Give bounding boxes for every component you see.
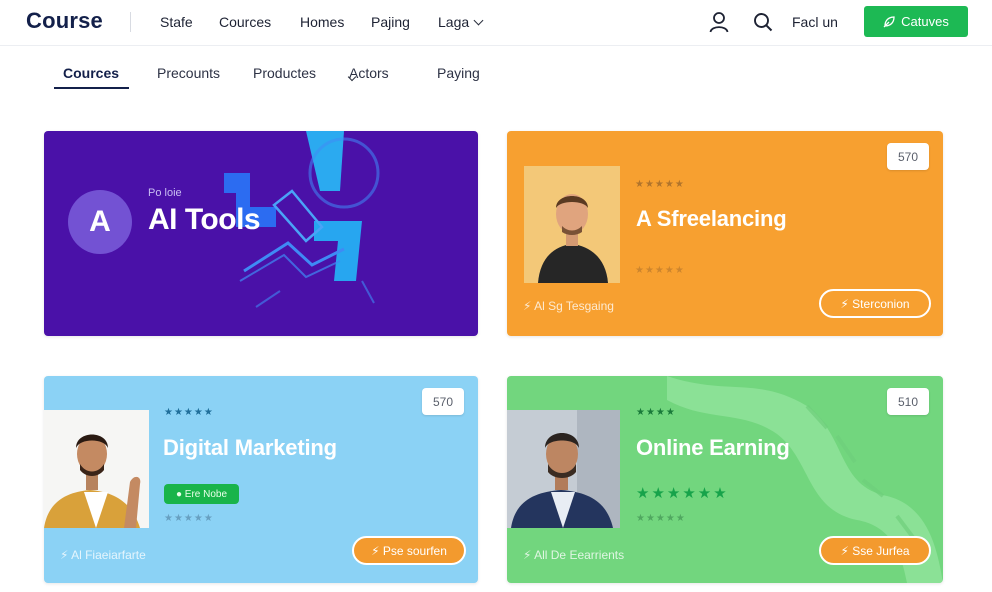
card-kicker: Po loie	[148, 187, 182, 199]
card-title[interactable]: AI Tools	[148, 203, 261, 237]
enroll-course-button[interactable]: ⚡ Pse sourfen	[352, 536, 466, 565]
card-title[interactable]: Digital Marketing	[163, 435, 337, 461]
card-title[interactable]: Online Earning	[636, 435, 790, 461]
tab-actors-dropdown[interactable]: Actors	[347, 65, 389, 82]
rating-stars: ★★★★★	[164, 407, 214, 418]
ai-tools-logo: A	[68, 190, 132, 254]
brand-divider	[130, 12, 131, 32]
instructor-photo	[44, 410, 149, 528]
nav-item-stafe[interactable]: Stafe	[160, 14, 219, 30]
active-tab-indicator	[54, 87, 129, 89]
chevron-down-icon	[473, 15, 484, 25]
enroll-course-button[interactable]: ⚡ Sse Jurfea	[819, 536, 931, 565]
instructor-photo	[524, 166, 620, 283]
rating-stars-secondary: ★★★★★	[636, 513, 686, 524]
price-tag: 510	[887, 388, 929, 415]
leaf-icon	[883, 15, 895, 27]
rating-stars: ★★★★★	[635, 179, 685, 190]
tab-paying[interactable]: Paying	[437, 65, 480, 81]
tab-precounts[interactable]: Precounts	[157, 65, 220, 81]
course-card-ai-tools[interactable]: A Po loie AI Tools	[44, 131, 478, 336]
top-navigation-bar: Course Stafe Cources Homes Pajing Laga F…	[0, 0, 992, 46]
course-card-digital-marketing[interactable]: ★★★★★ Digital Marketing ● Ere Nobe ★★★★★…	[44, 376, 478, 583]
price-tag: 570	[887, 143, 929, 170]
nav-item-cources[interactable]: Cources	[219, 14, 300, 30]
instructor-photo	[507, 410, 620, 528]
card-footer-text: ⚡ Al Fiaeiarfarte	[60, 548, 146, 562]
tab-productes[interactable]: Productes	[253, 65, 316, 81]
rating-stars-large: ★★★★★★	[636, 485, 729, 502]
card-footer-text: ⚡ Al Sg Tesgaing	[523, 299, 614, 313]
tab-cources[interactable]: Cources	[63, 65, 119, 81]
secondary-nav: Cources Precounts Productes Actors Payin…	[0, 52, 992, 92]
course-card-online-earning[interactable]: ★★★★ Online Earning ★★★★★★ ★★★★★ 510 ⚡ A…	[507, 376, 943, 583]
nav-item-homes[interactable]: Homes	[300, 14, 371, 30]
price-tag: 570	[422, 388, 464, 415]
tab-actors-label: Actors	[349, 65, 389, 81]
search-icon[interactable]	[753, 12, 773, 32]
rating-stars: ★★★★	[636, 407, 676, 418]
rating-stars-secondary: ★★★★★	[635, 265, 685, 276]
card-footer-text: ⚡ All De Eearrients	[523, 548, 625, 562]
brand-logo[interactable]: Course	[26, 8, 103, 34]
catuves-button[interactable]: Catuves	[864, 6, 968, 37]
rating-stars-secondary: ★★★★★	[164, 513, 214, 524]
find-link[interactable]: Facl un	[792, 14, 838, 30]
status-badge: ● Ere Nobe	[164, 484, 239, 504]
primary-nav: Stafe Cources Homes Pajing Laga	[160, 14, 484, 30]
course-card-freelancing[interactable]: ★★★★★ A Sfreelancing ★★★★★ 570 ⚡ Al Sg T…	[507, 131, 943, 336]
catuves-button-label: Catuves	[901, 14, 949, 29]
nav-item-laga-label: Laga	[438, 14, 470, 30]
user-icon[interactable]	[709, 11, 729, 33]
nav-item-pajing[interactable]: Pajing	[371, 14, 438, 30]
card-title[interactable]: A Sfreelancing	[636, 206, 787, 232]
start-course-button[interactable]: ⚡ Sterconion	[819, 289, 931, 318]
nav-item-laga-dropdown[interactable]: Laga	[438, 14, 484, 30]
